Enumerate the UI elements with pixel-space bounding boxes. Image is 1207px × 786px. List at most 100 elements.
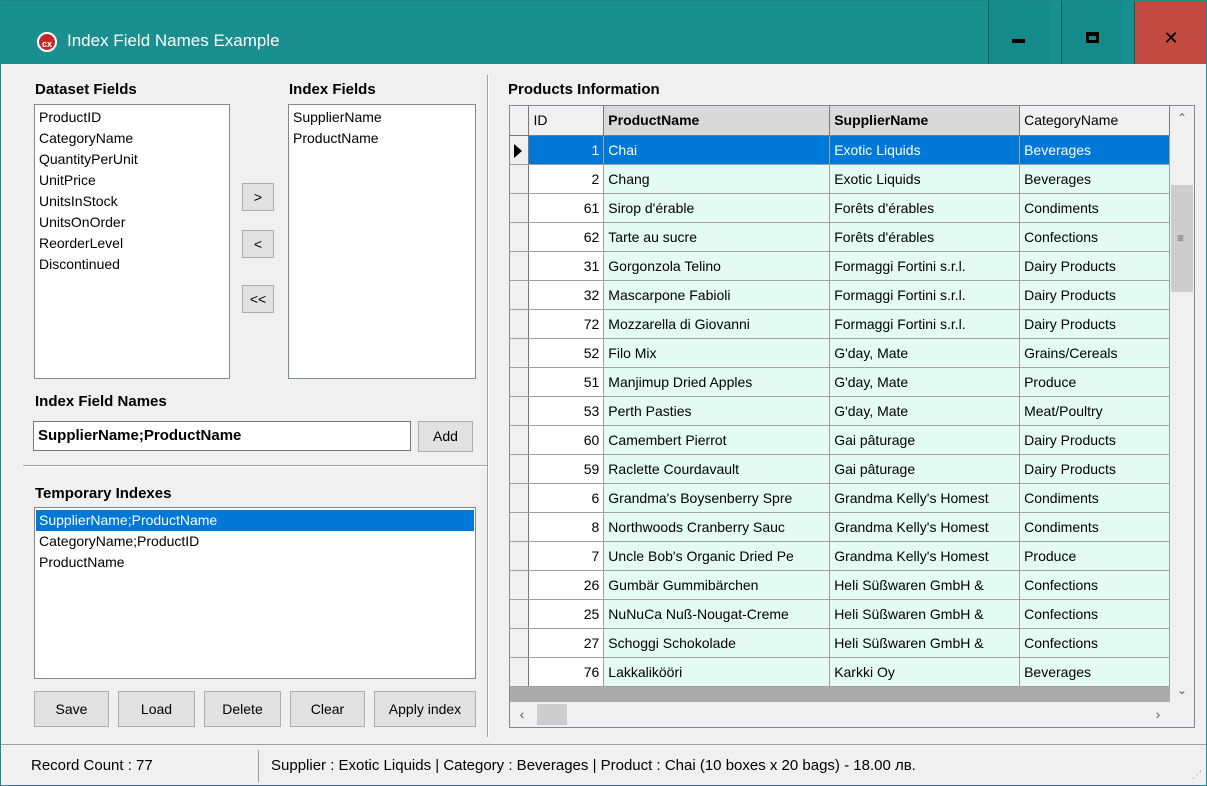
cell-categoryname[interactable]: Confections	[1019, 222, 1170, 252]
column-header-categoryname[interactable]: CategoryName	[1019, 106, 1170, 136]
row-indicator[interactable]	[510, 425, 530, 455]
cell-productname[interactable]: Filo Mix	[603, 338, 831, 368]
apply-index-button[interactable]: Apply index	[374, 691, 476, 727]
cell-categoryname[interactable]: Condiments	[1019, 512, 1170, 542]
row-indicator[interactable]	[510, 454, 530, 484]
table-row[interactable]: 27 Schoggi Schokolade Heli Süßwaren GmbH &…	[510, 628, 1170, 658]
table-row[interactable]: 59 Raclette Courdavault Gai pâturage Dairy …	[510, 454, 1170, 484]
column-header-productname[interactable]: ProductName	[603, 106, 831, 136]
minimize-button[interactable]	[988, 1, 1049, 64]
cell-suppliername[interactable]: Grandma Kelly's Homest	[829, 483, 1021, 513]
table-row[interactable]: 6 Grandma's Boysenberry Spre Grandma Kelly…	[510, 483, 1170, 513]
cell-productname[interactable]: Lakkalikööri	[603, 657, 831, 687]
cell-productname[interactable]: Chang	[603, 164, 831, 194]
index-fields-list[interactable]: SupplierName ProductName	[288, 104, 476, 379]
cell-id[interactable]: 27	[528, 628, 605, 658]
table-row[interactable]: 52 Filo Mix G'day, Mate Grains/Cereals	[510, 338, 1170, 368]
cell-id[interactable]: 32	[528, 280, 605, 310]
cell-id[interactable]: 62	[528, 222, 605, 252]
cell-id[interactable]: 60	[528, 425, 605, 455]
cell-id[interactable]: 61	[528, 193, 605, 223]
cell-suppliername[interactable]: Heli Süßwaren GmbH &	[829, 599, 1021, 629]
cell-categoryname[interactable]: Beverages	[1019, 135, 1170, 165]
cell-categoryname[interactable]: Beverages	[1019, 657, 1170, 687]
cell-id[interactable]: 52	[528, 338, 605, 368]
row-indicator[interactable]	[510, 367, 530, 397]
cell-categoryname[interactable]: Produce	[1019, 367, 1170, 397]
cell-productname[interactable]: Chai	[603, 135, 831, 165]
dataset-field-item[interactable]: CategoryName	[39, 128, 225, 149]
cell-suppliername[interactable]: Exotic Liquids	[829, 164, 1021, 194]
cell-categoryname[interactable]: Dairy Products	[1019, 280, 1170, 310]
cell-id[interactable]: 26	[528, 570, 605, 600]
row-indicator[interactable]	[510, 570, 530, 600]
cell-productname[interactable]: Raclette Courdavault	[603, 454, 831, 484]
cell-categoryname[interactable]: Produce	[1019, 541, 1170, 571]
index-field-item[interactable]: SupplierName	[293, 107, 471, 128]
row-indicator[interactable]	[510, 512, 530, 542]
cell-id[interactable]: 6	[528, 483, 605, 513]
table-row[interactable]: 1 Chai Exotic Liquids Beverages	[510, 135, 1170, 165]
cell-productname[interactable]: Schoggi Schokolade	[603, 628, 831, 658]
dataset-field-item[interactable]: UnitsOnOrder	[39, 212, 225, 233]
dataset-field-item[interactable]: UnitsInStock	[39, 191, 225, 212]
table-row[interactable]: 7 Uncle Bob's Organic Dried Pe Grandma Kel…	[510, 541, 1170, 571]
cell-suppliername[interactable]: Grandma Kelly's Homest	[829, 512, 1021, 542]
row-indicator[interactable]	[510, 309, 530, 339]
dataset-fields-list[interactable]: ProductID CategoryName QuantityPerUnit Unit…	[34, 104, 230, 379]
row-indicator[interactable]	[510, 193, 530, 223]
cell-suppliername[interactable]: Karkki Oy	[829, 657, 1021, 687]
temporary-index-item[interactable]: ProductName	[39, 552, 471, 573]
table-row[interactable]: 8 Northwoods Cranberry Sauc Grandma Kelly'…	[510, 512, 1170, 542]
dataset-field-item[interactable]: QuantityPerUnit	[39, 149, 225, 170]
cell-id[interactable]: 76	[528, 657, 605, 687]
cell-productname[interactable]: Gorgonzola Telino	[603, 251, 831, 281]
cell-suppliername[interactable]: Forêts d'érables	[829, 222, 1021, 252]
cell-id[interactable]: 72	[528, 309, 605, 339]
row-indicator[interactable]	[510, 628, 530, 658]
cell-suppliername[interactable]: G'day, Mate	[829, 396, 1021, 426]
row-indicator[interactable]	[510, 251, 530, 281]
table-row[interactable]: 25 NuNuCa Nuß-Nougat-Creme Heli Süßwaren G…	[510, 599, 1170, 629]
cell-categoryname[interactable]: Dairy Products	[1019, 251, 1170, 281]
dataset-field-item[interactable]: UnitPrice	[39, 170, 225, 191]
cell-categoryname[interactable]: Dairy Products	[1019, 425, 1170, 455]
table-row[interactable]: 62 Tarte au sucre Forêts d'érables Confecti…	[510, 222, 1170, 252]
cell-id[interactable]: 53	[528, 396, 605, 426]
dataset-field-item[interactable]: ReorderLevel	[39, 233, 225, 254]
row-indicator[interactable]	[510, 338, 530, 368]
scroll-right-icon[interactable]: ›	[1146, 702, 1170, 727]
cell-suppliername[interactable]: Exotic Liquids	[829, 135, 1021, 165]
column-header-id[interactable]: ID	[528, 106, 605, 136]
cell-productname[interactable]: Perth Pasties	[603, 396, 831, 426]
table-row[interactable]: 61 Sirop d'érable Forêts d'érables Condimen…	[510, 193, 1170, 223]
vertical-scroll-thumb[interactable]: ≡	[1171, 185, 1193, 292]
close-button[interactable]: ✕	[1134, 1, 1206, 64]
cell-productname[interactable]: Tarte au sucre	[603, 222, 831, 252]
cell-suppliername[interactable]: Formaggi Fortini s.r.l.	[829, 309, 1021, 339]
table-row[interactable]: 51 Manjimup Dried Apples G'day, Mate Produc…	[510, 367, 1170, 397]
cell-categoryname[interactable]: Condiments	[1019, 193, 1170, 223]
dataset-field-item[interactable]: Discontinued	[39, 254, 225, 275]
cell-categoryname[interactable]: Dairy Products	[1019, 309, 1170, 339]
temporary-index-item[interactable]: CategoryName;ProductID	[39, 531, 471, 552]
cell-id[interactable]: 2	[528, 164, 605, 194]
remove-field-button[interactable]: <	[242, 230, 274, 258]
vertical-scrollbar[interactable]: ⌃ ≡ ⌄	[1170, 106, 1194, 702]
add-index-button[interactable]: Add	[418, 421, 473, 452]
save-button[interactable]: Save	[34, 691, 109, 727]
row-indicator[interactable]	[510, 657, 530, 687]
cell-suppliername[interactable]: Grandma Kelly's Homest	[829, 541, 1021, 571]
cell-productname[interactable]: Uncle Bob's Organic Dried Pe	[603, 541, 831, 571]
cell-categoryname[interactable]: Confections	[1019, 628, 1170, 658]
cell-suppliername[interactable]: Forêts d'érables	[829, 193, 1021, 223]
cell-productname[interactable]: Gumbär Gummibärchen	[603, 570, 831, 600]
cell-id[interactable]: 51	[528, 367, 605, 397]
cell-suppliername[interactable]: Gai pâturage	[829, 454, 1021, 484]
cell-id[interactable]: 8	[528, 512, 605, 542]
remove-all-fields-button[interactable]: <<	[242, 285, 274, 313]
cell-categoryname[interactable]: Condiments	[1019, 483, 1170, 513]
cell-productname[interactable]: Mozzarella di Giovanni	[603, 309, 831, 339]
cell-productname[interactable]: Grandma's Boysenberry Spre	[603, 483, 831, 513]
index-field-names-input[interactable]: SupplierName;ProductName	[33, 421, 411, 451]
